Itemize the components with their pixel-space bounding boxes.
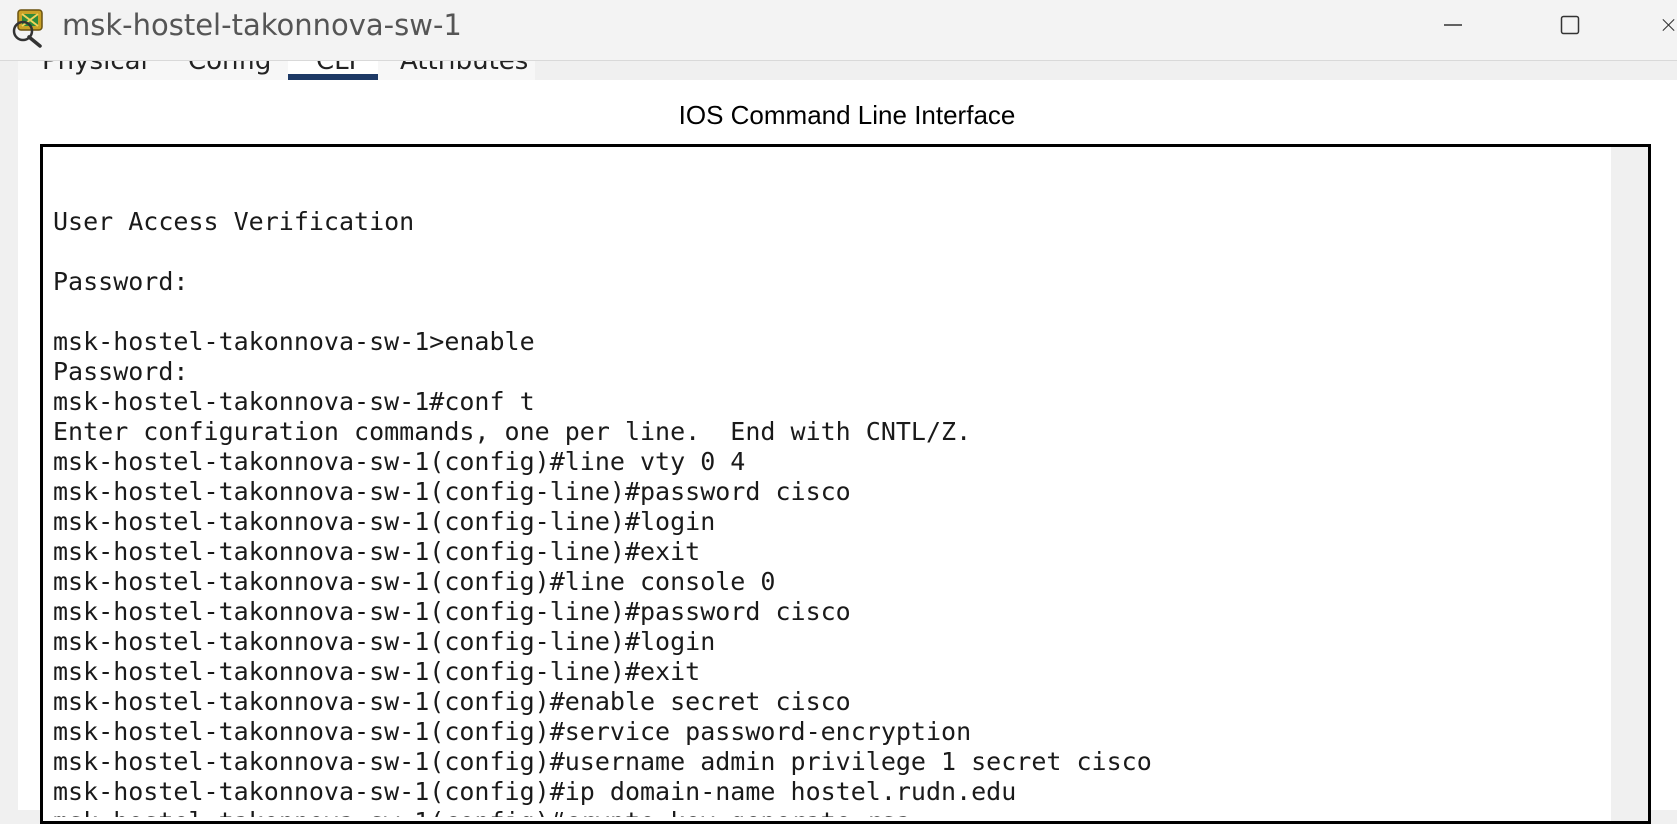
minimize-icon xyxy=(1444,24,1462,26)
tab-attributes[interactable]: Attributes xyxy=(400,61,535,80)
tab-physical[interactable]: Physical xyxy=(42,61,162,80)
tab-physical-label: Physical xyxy=(42,61,148,76)
packet-tracer-icon xyxy=(12,9,43,48)
maximize-button[interactable] xyxy=(1540,0,1600,50)
tab-config-label: Config xyxy=(188,61,272,76)
terminal-scrollbar[interactable] xyxy=(1611,147,1648,821)
close-icon xyxy=(1662,18,1675,32)
maximize-icon xyxy=(1560,15,1580,35)
window-title: msk-hostel-takonnova-sw-1 xyxy=(62,8,462,42)
terminal-output[interactable]: User Access Verification Password: msk-h… xyxy=(53,177,1593,817)
tab-attributes-label: Attributes xyxy=(400,61,529,76)
close-button[interactable] xyxy=(1660,0,1677,50)
title-bar[interactable]: msk-hostel-takonnova-sw-1 xyxy=(0,0,1677,61)
tab-cli[interactable]: CLI xyxy=(288,61,378,80)
cli-heading: IOS Command Line Interface xyxy=(678,100,1016,130)
device-tabs: Physical Config CLI Attributes xyxy=(18,61,535,80)
tab-config[interactable]: Config xyxy=(188,61,288,80)
terminal-frame: User Access Verification Password: msk-h… xyxy=(40,144,1651,824)
minimize-button[interactable] xyxy=(1423,0,1483,50)
